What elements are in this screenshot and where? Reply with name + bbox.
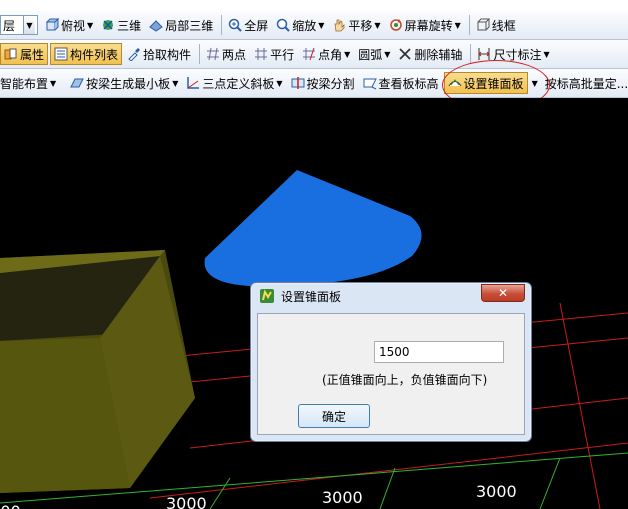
fullscreen-button[interactable]: 全屏: [225, 14, 271, 36]
window-top-strip: [0, 0, 628, 11]
direction-hint: (正值锥面向上，负值锥面向下): [322, 373, 488, 387]
toolbar-separator: [199, 44, 201, 64]
elevation-icon: [363, 78, 377, 90]
dimension-label: 3000: [476, 482, 517, 501]
parallel-axis-button[interactable]: 平行: [251, 43, 297, 65]
split-icon: [291, 77, 305, 89]
view-toolbar: 层 ▼ 俯视 ▼ 三维 局部三维 全屏 缩放 ▼ 平移 ▼ 屏幕旋转 ▼ 线框: [0, 11, 628, 40]
view-slab-elevation-button[interactable]: 查看板标高: [360, 72, 442, 94]
chevron-down-icon: ▼: [543, 49, 550, 59]
set-cone-surface-button[interactable]: 设置锥面板: [443, 72, 528, 94]
angle-axis-icon: [303, 47, 316, 61]
dimension-label: 3000: [166, 494, 207, 509]
cone-slab-icon: [448, 79, 461, 87]
rotate-icon: [389, 19, 402, 31]
toolbar-separator: [468, 15, 470, 35]
delete-aux-axis-button[interactable]: 删除辅轴: [395, 43, 465, 65]
chevron-down-icon[interactable]: ▼: [23, 16, 35, 34]
ok-button[interactable]: 确定: [298, 404, 370, 428]
chevron-down-icon: ▼: [384, 49, 391, 59]
hand-icon: [334, 19, 345, 32]
set-cone-surface-dialog: 设置锥面板 ✕ (正值锥面向上，负值锥面向下) 确定: [250, 282, 532, 442]
point-angle-axis-button[interactable]: 点角 ▼: [299, 43, 353, 65]
smart-layout-button[interactable]: 智能布置 ▼: [0, 72, 59, 94]
slab-toolbar: 智能布置 ▼ 按梁生成最小板 ▼ 三点定义斜板 ▼ 按梁分割 查看板标高 设置锥面板 …: [0, 69, 628, 98]
arc-axis-button[interactable]: 圆弧 ▼: [355, 43, 393, 65]
close-icon: ✕: [497, 286, 509, 300]
two-points-axis-button[interactable]: 两点: [203, 43, 249, 65]
grid-axis-icon: [207, 47, 220, 61]
dialog-body: (正值锥面向上，负值锥面向下) 确定: [257, 313, 525, 435]
olive-wall-box: [0, 250, 195, 493]
component-list-button[interactable]: 构件列表: [50, 43, 123, 65]
eyedropper-icon: [128, 48, 141, 61]
chevron-down-icon: ▼: [172, 78, 179, 88]
chevron-down-icon: ▼: [87, 20, 94, 30]
chevron-down-icon: ▼: [50, 78, 57, 88]
cone-height-input[interactable]: [374, 341, 504, 363]
partial-3d-button[interactable]: 局部三维: [146, 14, 216, 36]
screen-rotate-button[interactable]: 屏幕旋转 ▼: [386, 14, 464, 36]
dimension-label: 3000: [0, 502, 21, 509]
close-button[interactable]: ✕: [481, 284, 525, 302]
top-view-button[interactable]: 俯视 ▼: [42, 14, 96, 36]
3d-view-icon: [103, 20, 114, 30]
chevron-down-icon: ▼: [318, 20, 325, 30]
properties-button[interactable]: 属性: [0, 43, 49, 65]
toolbar-separator: [221, 15, 223, 35]
dimension-label: 3000: [322, 488, 363, 507]
batch-by-elevation-button[interactable]: 按标高批量定...: [542, 72, 628, 94]
slab-icon: [70, 78, 84, 88]
layer-combo-value: 层: [3, 18, 16, 33]
properties-icon: [4, 48, 17, 60]
partial-3d-icon: [149, 20, 163, 32]
dimension-button[interactable]: 尺寸标注 ▼: [474, 43, 552, 65]
layer-combo[interactable]: 层 ▼: [0, 15, 38, 35]
chevron-down-icon: ▼: [454, 20, 461, 30]
wireframe-icon: [477, 18, 490, 31]
chevron-down-icon: ▼: [344, 49, 351, 59]
edit-toolbar: 属性 构件列表 拾取构件 两点 平行 点角 ▼ 圆弧 ▼ 删除辅轴 尺寸标注 ▼: [0, 40, 628, 69]
slope-icon: [187, 77, 200, 89]
view-3d-button[interactable]: 三维: [98, 14, 144, 36]
chevron-down-icon: ▼: [276, 78, 283, 88]
chevron-down-icon[interactable]: ▼: [532, 79, 538, 88]
dimension-icon: [478, 48, 490, 60]
delete-x-icon: [399, 48, 412, 60]
gen-min-slab-button[interactable]: 按梁生成最小板 ▼: [67, 72, 181, 94]
pick-component-button[interactable]: 拾取构件: [124, 43, 194, 65]
three-point-slope-button[interactable]: 三点定义斜板 ▼: [183, 72, 285, 94]
cube-icon: [45, 18, 59, 31]
blue-cone-slab: [204, 170, 422, 287]
zoom-button[interactable]: 缩放 ▼: [273, 14, 327, 36]
parallel-axis-icon: [255, 48, 268, 60]
split-by-beam-button[interactable]: 按梁分割: [288, 72, 358, 94]
dialog-title: 设置锥面板: [281, 289, 342, 304]
chevron-down-icon: ▼: [374, 20, 381, 30]
pan-button[interactable]: 平移 ▼: [329, 14, 383, 36]
app-logo-icon: [260, 289, 274, 303]
toolbar-separator: [470, 44, 472, 64]
zoom-icon: [276, 18, 290, 32]
zoom-extent-icon: [228, 18, 242, 32]
wireframe-button[interactable]: 线框: [473, 14, 519, 36]
list-icon: [54, 47, 68, 61]
